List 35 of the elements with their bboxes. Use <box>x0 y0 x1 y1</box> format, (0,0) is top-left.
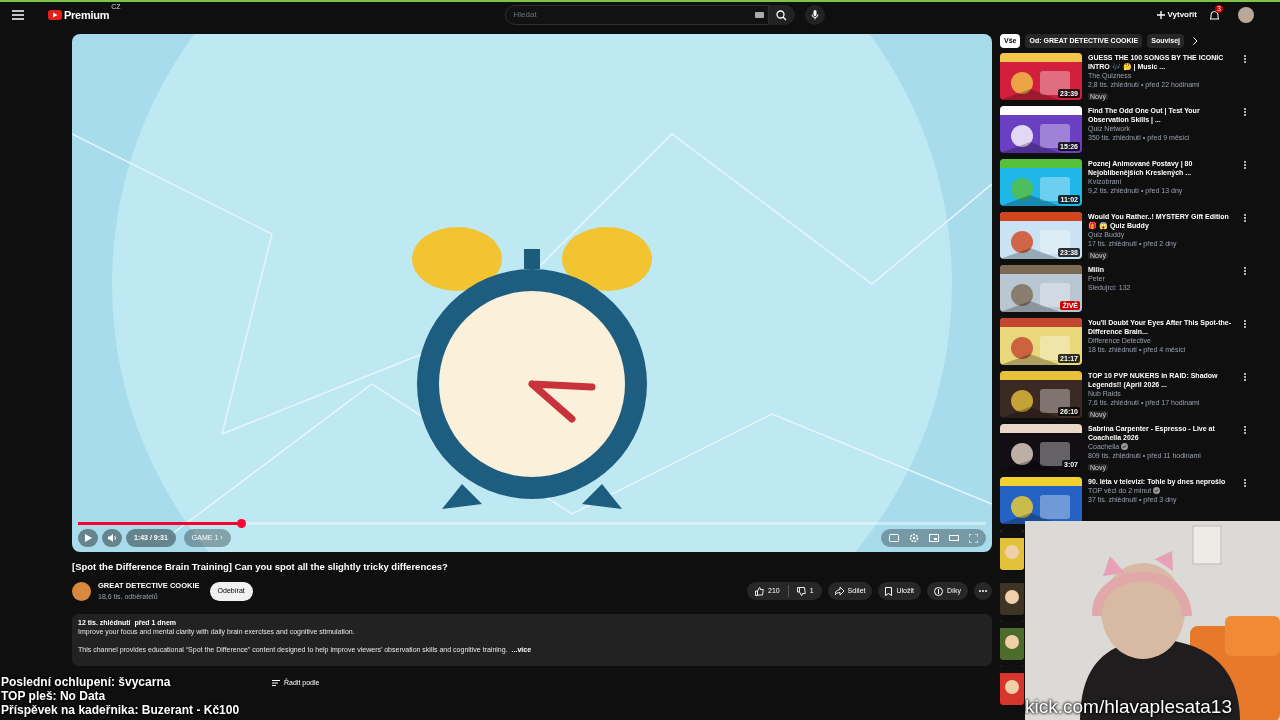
menu-icon[interactable] <box>12 10 24 20</box>
voice-search-button[interactable] <box>804 5 825 25</box>
plus-icon <box>1156 11 1165 19</box>
thumbs-up-icon <box>755 586 764 596</box>
search-button[interactable] <box>768 5 795 25</box>
microphone-icon <box>810 10 819 20</box>
more-icon <box>979 590 987 593</box>
settings-icon[interactable] <box>909 533 919 543</box>
play-icon <box>84 534 92 542</box>
volume-button[interactable] <box>102 529 122 547</box>
speaker-icon <box>107 534 117 542</box>
search-icon <box>776 9 787 21</box>
stream-overlay-text: TOP pleš: No Data <box>1 689 107 703</box>
chevron-right-icon[interactable] <box>1193 37 1199 45</box>
subtitles-icon[interactable] <box>889 534 899 542</box>
play-button[interactable] <box>78 529 98 547</box>
thumbs-down-icon <box>796 586 806 596</box>
more-button[interactable] <box>974 582 992 601</box>
logo-text: Premium <box>64 7 110 23</box>
bell-icon[interactable] <box>1209 9 1220 21</box>
coin-icon <box>934 586 943 596</box>
sort-icon[interactable] <box>272 680 280 687</box>
stream-overlay-text: Poslední ochlupení: švycarna <box>1 675 172 689</box>
stream-overlay-text: Příspěvek na kadeřnika: Buzerant - Kč100 <box>1 703 240 717</box>
channel-avatar[interactable] <box>72 581 91 601</box>
play-logo-icon[interactable] <box>48 10 62 20</box>
miniplayer-icon[interactable] <box>929 534 939 542</box>
scrubber-handle[interactable] <box>237 519 247 528</box>
theater-icon[interactable] <box>949 534 959 542</box>
create-button[interactable]: Vytvořit <box>1156 9 1197 21</box>
search-field[interactable]: Hledat <box>504 5 769 25</box>
avatar[interactable] <box>1238 7 1254 23</box>
share-arrow-icon <box>834 587 844 596</box>
bookmark-icon <box>885 586 893 596</box>
video-title: [Spot the Difference Brain Training] Can you spot all the slightly tricky differences? <box>72 560 449 574</box>
